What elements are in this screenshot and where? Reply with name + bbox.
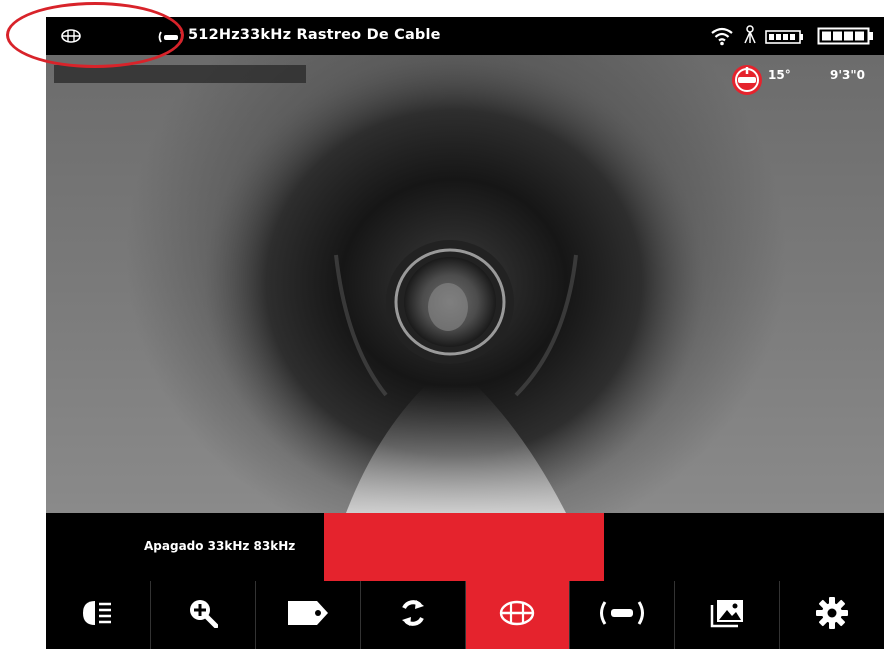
gallery-icon [709, 598, 745, 632]
settings-icon [816, 597, 849, 633]
status-bar: 512Hz33kHz Rastreo De Cable [46, 17, 884, 55]
tag-icon [287, 600, 329, 630]
elapsed-time: 9'3"0 [830, 68, 865, 82]
overlay-info-bar [54, 65, 306, 83]
gallery-button[interactable] [675, 581, 781, 649]
wifi-icon [710, 26, 734, 50]
tripod-icon [743, 25, 757, 49]
tag-button[interactable] [256, 581, 361, 649]
frequency-mode-bar: Apagado 33kHz 83kHz [46, 513, 884, 581]
sonde-button[interactable] [465, 581, 571, 649]
zoom-in-button[interactable] [151, 581, 256, 649]
inspection-monitor: 512Hz33kHz Rastreo De Cable 15° 9'3"0 Ap… [46, 17, 884, 649]
rotate-button[interactable] [361, 581, 466, 649]
bottom-toolbar [46, 581, 884, 649]
rotate-icon [398, 598, 428, 632]
light-button[interactable] [46, 581, 151, 649]
tilt-angle: 15° [768, 68, 791, 82]
pipe-image [204, 55, 704, 513]
battery-small-icon [765, 29, 805, 48]
cable-trace-icon [158, 29, 184, 49]
battery-icon [817, 27, 875, 49]
line-transmitter-icon [597, 599, 647, 631]
line-transmitter-button[interactable] [570, 581, 676, 649]
status-title: 512Hz33kHz Rastreo De Cable [188, 27, 441, 43]
frequency-mode-label: Apagado 33kHz 83kHz [144, 539, 296, 553]
selected-mode-segment[interactable] [324, 513, 604, 581]
settings-button[interactable] [780, 581, 884, 649]
zoom-in-icon [188, 598, 219, 632]
sonde-frequency-icon[interactable] [60, 28, 82, 48]
tilt-angle-icon [731, 64, 763, 100]
sonde-icon [498, 599, 536, 631]
light-icon [81, 599, 115, 631]
camera-feed: 15° 9'3"0 [46, 55, 884, 513]
